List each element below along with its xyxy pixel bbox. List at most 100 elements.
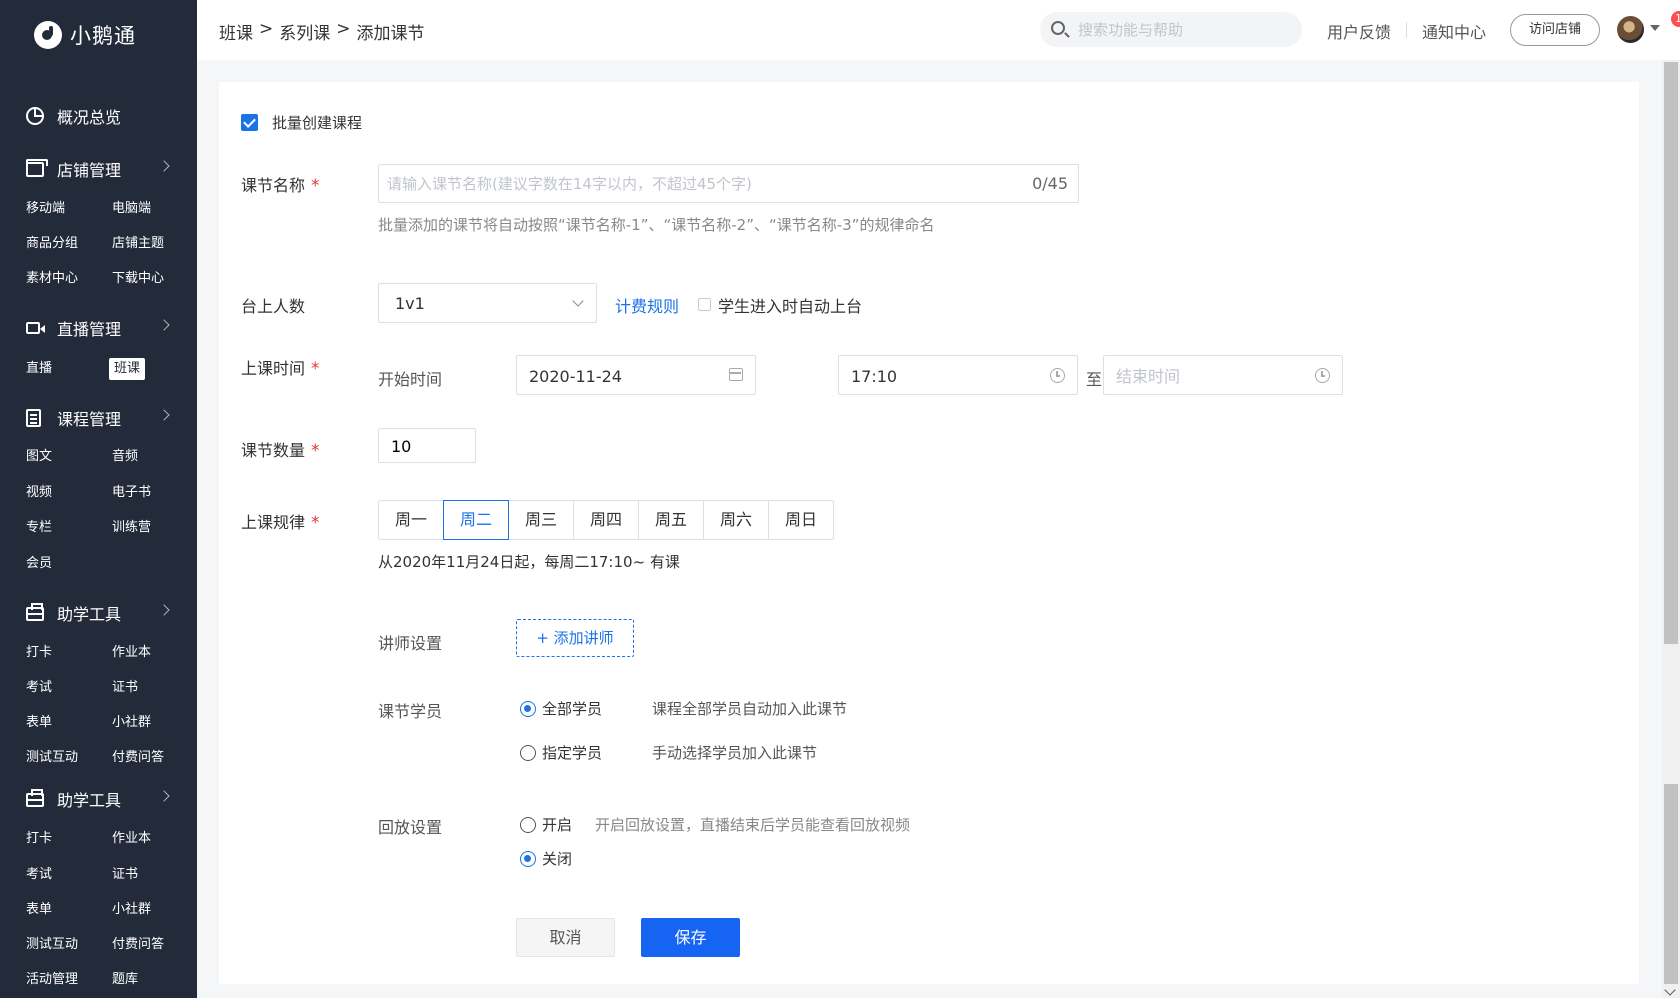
sidebar-item-class[interactable]: 班课: [109, 358, 146, 380]
scrollbar-thumb[interactable]: [1664, 62, 1678, 644]
sidebar-item-product-groups[interactable]: 商品分组: [26, 233, 78, 255]
sidebar-item-pc[interactable]: 电脑端: [112, 198, 151, 220]
class-time-label: 上课时间 *: [241, 355, 320, 379]
sidebar-group-store[interactable]: 店铺管理: [0, 154, 197, 184]
sidebar-item-mobile[interactable]: 移动端: [26, 198, 65, 220]
weekday-mon[interactable]: 周一: [378, 500, 444, 540]
sidebar-item-exam[interactable]: 考试: [26, 677, 52, 699]
sidebar-item-ebook[interactable]: 电子书: [112, 482, 151, 504]
cancel-button[interactable]: 取消: [516, 918, 615, 957]
sidebar-item-paid-qa[interactable]: 付费问答: [112, 747, 164, 769]
chevron-down-icon: [572, 295, 584, 307]
stage-count-select[interactable]: 1v1: [378, 283, 597, 323]
sidebar-group-overview[interactable]: 概况总览: [0, 101, 197, 131]
start-time-picker[interactable]: [838, 355, 1078, 395]
weekday-selector: 周一 周二 周三 周四 周五 周六 周日: [378, 500, 834, 540]
app-logo[interactable]: 小鹅通: [34, 20, 136, 50]
radio-playback-off[interactable]: 关闭: [520, 848, 572, 869]
sidebar-group-live[interactable]: 直播管理: [0, 313, 197, 343]
radio-all-students[interactable]: 全部学员: [520, 698, 602, 719]
lesson-name-field[interactable]: 0/45: [378, 164, 1079, 203]
stage-count-label: 台上人数: [241, 297, 306, 316]
sidebar-item-store-theme[interactable]: 店铺主题: [112, 233, 164, 255]
notification-center-link[interactable]: 通知中心: [1422, 19, 1486, 43]
sidebar-item-certificate[interactable]: 证书: [112, 864, 138, 886]
start-date-input[interactable]: [529, 365, 689, 387]
sidebar-item-article[interactable]: 图文: [26, 446, 52, 468]
radio-specific-students[interactable]: 指定学员: [520, 742, 602, 763]
sidebar-item-form[interactable]: 表单: [26, 899, 52, 921]
sidebar-item-quiz[interactable]: 测试互动: [26, 934, 78, 956]
briefcase-icon: [26, 603, 44, 621]
radio-label: 开启: [542, 816, 573, 834]
sidebar-item-video[interactable]: 视频: [26, 482, 52, 504]
sidebar-item-form[interactable]: 表单: [26, 712, 52, 734]
end-time-input[interactable]: [1116, 365, 1276, 387]
weekday-sat[interactable]: 周六: [703, 500, 769, 540]
sidebar-item-column[interactable]: 专栏: [26, 517, 52, 539]
top-header: 班课 > 系列课 > 添加课节 用户反馈 通知中心 15 访问店铺: [197, 0, 1680, 60]
feedback-link[interactable]: 用户反馈: [1327, 19, 1391, 43]
lesson-count-field[interactable]: [378, 428, 476, 463]
breadcrumb-series[interactable]: 系列课: [279, 19, 330, 44]
auto-stage-checkbox[interactable]: [698, 298, 711, 311]
weekday-thu[interactable]: 周四: [573, 500, 639, 540]
schedule-label: 上课规律 *: [241, 509, 320, 533]
avatar[interactable]: [1617, 16, 1644, 43]
add-teacher-button[interactable]: + 添加讲师: [516, 619, 634, 657]
sidebar-item-downloads[interactable]: 下载中心: [112, 268, 164, 290]
sidebar-group-courses[interactable]: 课程管理: [0, 403, 197, 433]
sidebar-group-label: 助学工具: [57, 791, 122, 810]
sidebar-item-member[interactable]: 会员: [26, 553, 52, 575]
sidebar-item-question-bank[interactable]: 题库: [112, 969, 138, 991]
search-input[interactable]: [1078, 19, 1288, 41]
sidebar-group-label: 助学工具: [57, 605, 122, 624]
sidebar-item-certificate[interactable]: 证书: [112, 677, 138, 699]
sidebar-item-checkin[interactable]: 打卡: [26, 828, 52, 850]
weekday-wed[interactable]: 周三: [508, 500, 574, 540]
sidebar-group-tools[interactable]: 助学工具: [0, 598, 197, 628]
form-card: 批量创建课程 课节名称 * 0/45 批量添加的课节将自动按照“课节名称-1”、“…: [219, 82, 1639, 984]
save-button[interactable]: 保存: [641, 918, 740, 957]
breadcrumb-class[interactable]: 班课: [219, 19, 253, 44]
sidebar-item-homework[interactable]: 作业本: [112, 642, 151, 664]
sidebar-item-community[interactable]: 小社群: [112, 899, 151, 921]
sidebar-group-label: 课程管理: [57, 410, 122, 429]
scroll-down-arrow-icon[interactable]: [1664, 984, 1676, 996]
weekday-sun[interactable]: 周日: [768, 500, 834, 540]
header-divider: [1406, 22, 1407, 38]
weekday-fri[interactable]: 周五: [638, 500, 704, 540]
batch-create-checkbox[interactable]: 批量创建课程: [241, 112, 362, 133]
scrollbar-thumb-lower[interactable]: [1664, 784, 1678, 984]
range-separator: 至: [1086, 370, 1103, 389]
sidebar-group-tools-2[interactable]: 助学工具: [0, 784, 197, 814]
lesson-count-input[interactable]: [391, 436, 461, 456]
sidebar-item-live[interactable]: 直播: [26, 358, 52, 380]
sidebar-item-activities[interactable]: 活动管理: [26, 969, 78, 991]
all-students-desc: 课程全部学员自动加入此课节: [652, 700, 848, 718]
sidebar-item-exam[interactable]: 考试: [26, 864, 52, 886]
search-box[interactable]: [1040, 12, 1302, 47]
sidebar-item-homework[interactable]: 作业本: [112, 828, 151, 850]
radio-label: 全部学员: [542, 700, 603, 718]
start-date-picker[interactable]: [516, 355, 756, 395]
billing-rules-link[interactable]: 计费规则: [615, 293, 679, 317]
visit-store-button[interactable]: 访问店铺: [1510, 14, 1600, 46]
teacher-settings-label: 讲师设置: [378, 634, 443, 653]
select-value: 1v1: [395, 294, 425, 313]
sidebar-item-camp[interactable]: 训练营: [112, 517, 151, 539]
sidebar-item-audio[interactable]: 音频: [112, 446, 138, 468]
caret-down-icon[interactable]: [1650, 25, 1660, 31]
sidebar-item-quiz[interactable]: 测试互动: [26, 747, 78, 769]
radio-playback-on[interactable]: 开启: [520, 814, 572, 835]
sidebar-group-label: 概况总览: [57, 108, 122, 127]
end-time-picker[interactable]: [1103, 355, 1343, 395]
lesson-name-input[interactable]: [387, 173, 987, 195]
sidebar-item-paid-qa[interactable]: 付费问答: [112, 934, 164, 956]
sidebar-item-materials[interactable]: 素材中心: [26, 268, 78, 290]
page-scrollbar[interactable]: [1662, 60, 1680, 998]
weekday-tue[interactable]: 周二: [443, 500, 509, 540]
sidebar-item-checkin[interactable]: 打卡: [26, 642, 52, 664]
sidebar-item-community[interactable]: 小社群: [112, 712, 151, 734]
start-time-input[interactable]: [851, 365, 1011, 387]
